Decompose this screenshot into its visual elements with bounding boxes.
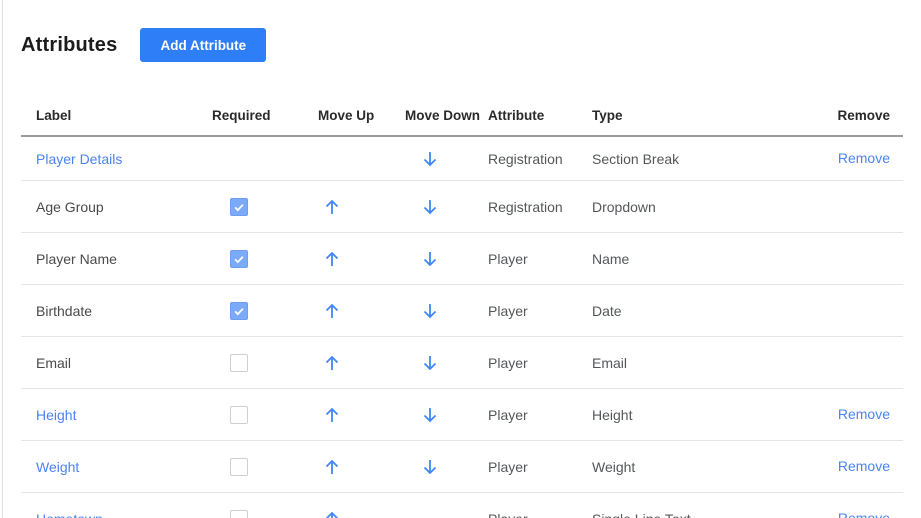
column-header-type: Type (592, 108, 783, 123)
required-checkbox[interactable] (230, 354, 248, 372)
remove-link[interactable]: Remove (838, 150, 890, 166)
attribute-label-link[interactable]: Hometown (21, 511, 197, 518)
column-header-remove: Remove (783, 108, 903, 123)
add-attribute-button[interactable]: Add Attribute (140, 28, 266, 62)
table-header-row: Label Required Move Up Move Down Attribu… (21, 95, 903, 137)
attribute-category: Player (488, 355, 592, 371)
attribute-label-link[interactable]: Height (21, 407, 197, 423)
attribute-row-player-name: Player Name PlayerName (21, 233, 903, 285)
required-checkbox[interactable] (230, 458, 248, 476)
column-header-move-up: Move Up (297, 108, 384, 123)
attribute-row-height: HeightPlayerHeightRemove (21, 389, 903, 441)
attribute-row-age-group: Age Group RegistrationDropdown (21, 181, 903, 233)
attribute-row-birthdate: Birthdate PlayerDate (21, 285, 903, 337)
attributes-table-body: Player DetailsRegistrationSection BreakR… (21, 137, 903, 518)
attribute-type: Single Line Text (592, 511, 783, 518)
remove-link[interactable]: Remove (838, 406, 890, 422)
attribute-label-link[interactable]: Weight (21, 459, 197, 475)
attribute-label: Age Group (21, 199, 197, 215)
required-checkbox[interactable] (230, 250, 248, 268)
attribute-label: Birthdate (21, 303, 197, 319)
move-up-icon[interactable] (322, 509, 342, 518)
attribute-type: Name (592, 251, 783, 267)
move-up-icon[interactable] (322, 457, 342, 477)
move-up-icon[interactable] (322, 405, 342, 425)
move-up-icon[interactable] (322, 301, 342, 321)
checkmark-icon (232, 200, 246, 214)
move-down-icon[interactable] (420, 249, 440, 269)
remove-link[interactable]: Remove (838, 458, 890, 474)
column-header-label: Label (21, 108, 197, 123)
attributes-page: Attributes Add Attribute Label Required … (21, 0, 903, 518)
move-down-icon[interactable] (420, 197, 440, 217)
attribute-label-link[interactable]: Player Details (21, 151, 197, 167)
move-down-icon[interactable] (420, 405, 440, 425)
attribute-category: Player (488, 459, 592, 475)
column-header-move-down: Move Down (384, 108, 488, 123)
column-header-required: Required (197, 108, 297, 123)
attribute-row-hometown: Hometown PlayerSingle Line Text Remove (21, 493, 903, 518)
attribute-row-player-details: Player Details RegistrationSection Break R… (21, 137, 903, 181)
attribute-type: Height (592, 407, 783, 423)
move-up-icon[interactable] (322, 249, 342, 269)
column-header-attribute: Attribute (488, 108, 592, 123)
attribute-category: Player (488, 303, 592, 319)
required-checkbox[interactable] (230, 406, 248, 424)
required-checkbox[interactable] (230, 510, 248, 518)
attribute-category: Registration (488, 151, 592, 167)
move-up-icon[interactable] (322, 197, 342, 217)
checkmark-icon (232, 304, 246, 318)
move-down-icon[interactable] (420, 457, 440, 477)
attribute-type: Dropdown (592, 199, 783, 215)
required-checkbox[interactable] (230, 302, 248, 320)
move-up-icon[interactable] (322, 353, 342, 373)
move-down-icon[interactable] (420, 353, 440, 373)
remove-link[interactable]: Remove (838, 510, 890, 518)
required-checkbox[interactable] (230, 198, 248, 216)
attribute-type: Email (592, 355, 783, 371)
panel-divider (2, 0, 3, 518)
attribute-category: Registration (488, 199, 592, 215)
attribute-label: Player Name (21, 251, 197, 267)
attribute-row-email: EmailPlayerEmail (21, 337, 903, 389)
checkmark-icon (232, 252, 246, 266)
attribute-category: Player (488, 251, 592, 267)
attribute-type: Date (592, 303, 783, 319)
attribute-category: Player (488, 407, 592, 423)
attribute-category: Player (488, 511, 592, 518)
move-down-icon[interactable] (420, 149, 440, 169)
attribute-type: Section Break (592, 151, 783, 167)
page-header: Attributes Add Attribute (21, 0, 903, 62)
move-down-icon[interactable] (420, 301, 440, 321)
page-title: Attributes (21, 34, 117, 57)
attribute-type: Weight (592, 459, 783, 475)
attribute-label: Email (21, 355, 197, 371)
attribute-row-weight: WeightPlayerWeightRemove (21, 441, 903, 493)
